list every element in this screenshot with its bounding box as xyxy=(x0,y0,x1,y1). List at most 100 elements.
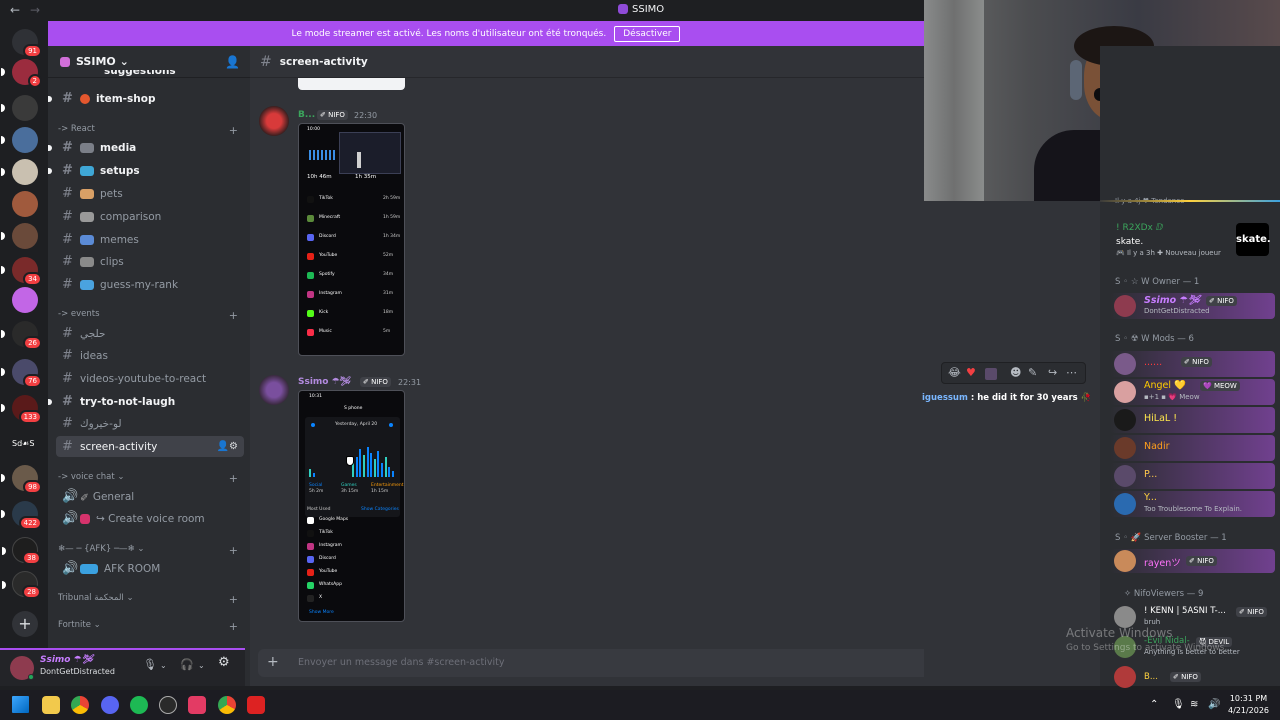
forward-icon[interactable]: ↪ xyxy=(1048,366,1057,379)
guild-tag[interactable]: ✐ NIFO xyxy=(1181,357,1212,367)
server-icon[interactable] xyxy=(1,95,38,121)
member-avatar[interactable] xyxy=(1114,381,1136,403)
member-name[interactable]: P... xyxy=(1144,469,1157,480)
server-icon[interactable]: 38 xyxy=(2,537,41,565)
guild-tag[interactable]: ✐ NIFO xyxy=(360,377,391,387)
skate-logo[interactable]: skate. xyxy=(1236,223,1271,256)
channel-item-shop[interactable]: # item-shop xyxy=(56,88,244,109)
microphone-icon[interactable]: 🎙 xyxy=(143,658,157,671)
category-tribunal[interactable]: Tribunal المحكمة ⌄ + xyxy=(58,593,244,606)
channel-media[interactable]: # media xyxy=(56,137,244,158)
member-avatar[interactable] xyxy=(1114,465,1136,487)
message-author[interactable]: Ssimo ☂🛩 xyxy=(298,377,351,387)
member-name[interactable]: Nadir xyxy=(1144,441,1170,452)
message-author[interactable]: B... xyxy=(298,110,315,120)
spotify-icon[interactable] xyxy=(130,696,148,714)
channel-ideas[interactable]: # ideas xyxy=(56,345,244,366)
member-name[interactable]: Y... xyxy=(1144,492,1157,503)
channel-clips[interactable]: # clips xyxy=(56,251,244,272)
category-fortnite[interactable]: Fortnite ⌄ + xyxy=(58,620,244,633)
back-arrow-icon[interactable]: ← xyxy=(10,3,20,17)
server-icon[interactable]: 28 xyxy=(2,571,41,599)
attach-plus-icon[interactable]: + xyxy=(267,654,279,670)
chrome-icon[interactable] xyxy=(71,696,89,714)
server-icon[interactable] xyxy=(1,223,38,249)
windows-start-icon[interactable] xyxy=(12,696,29,713)
voice-channel-create-room[interactable]: 🔊 ↪ Create voice room xyxy=(56,508,244,529)
channel-pets[interactable]: # pets xyxy=(56,183,244,204)
message-avatar[interactable] xyxy=(259,106,289,136)
file-explorer-icon[interactable] xyxy=(42,696,60,714)
member-avatar[interactable] xyxy=(1114,606,1136,628)
channel-setups[interactable]: # setups xyxy=(56,160,244,181)
message-avatar[interactable] xyxy=(259,375,289,405)
member-avatar[interactable] xyxy=(1114,493,1136,515)
member-name[interactable]: Angel 💛 xyxy=(1144,380,1186,391)
category-afk[interactable]: ❄— ─ {AFK} ─—❄ ⌄ + xyxy=(58,544,244,557)
server-text-icon[interactable]: Sd☙S xyxy=(12,439,34,448)
obs-icon[interactable] xyxy=(159,696,177,714)
member-name[interactable]: Ssimo ☂🛩 xyxy=(1144,295,1200,306)
screenshot-attachment[interactable]: 10:00 10h 46m 1h 35m TikTok 2h 59m Minecra… xyxy=(298,123,405,356)
member-avatar[interactable] xyxy=(1114,353,1136,375)
member-name[interactable]: ...... xyxy=(1144,357,1162,368)
category-events[interactable]: -> events + xyxy=(58,309,244,322)
category-react[interactable]: -> React + xyxy=(58,124,244,137)
channel-comparison[interactable]: # comparison xyxy=(56,206,244,227)
member-avatar[interactable] xyxy=(1114,437,1136,459)
forward-arrow-icon[interactable]: → xyxy=(30,3,40,17)
member-avatar[interactable] xyxy=(1114,666,1136,688)
laugh-emoji-icon[interactable]: 😂 xyxy=(948,366,961,379)
member-name[interactable]: ! KENN | 5ASNI T-... xyxy=(1144,606,1226,616)
taskbar-clock[interactable]: 10:31 PM 4/21/2026 xyxy=(1228,693,1269,717)
guild-tag[interactable]: ✐ NIFO xyxy=(1206,296,1237,306)
voice-channel-general[interactable]: 🔊 ✐ General xyxy=(56,486,244,507)
channel-settings-icon[interactable]: 👤⚙ xyxy=(217,441,238,452)
heart-icon[interactable]: ♥ xyxy=(966,366,976,379)
server-icon[interactable]: 76 xyxy=(1,359,42,388)
member-avatar[interactable] xyxy=(1114,295,1136,317)
wifi-icon[interactable]: ≋ xyxy=(1190,699,1198,710)
gear-icon[interactable]: ⚙ xyxy=(218,655,230,670)
more-dots-icon[interactable]: ⋯ xyxy=(1066,366,1077,379)
guild-tag[interactable]: ✐ NIFO xyxy=(1236,607,1267,617)
capcut-icon[interactable] xyxy=(188,696,206,714)
message-input[interactable]: Envoyer un message dans #screen-activity xyxy=(298,657,504,668)
server-icon[interactable] xyxy=(1,159,38,185)
chrome-icon[interactable] xyxy=(218,696,236,714)
custom-emoji-icon[interactable] xyxy=(985,368,997,380)
disable-streamer-button[interactable]: Désactiver xyxy=(614,25,681,42)
chevron-up-icon[interactable]: ⌃ xyxy=(1150,699,1158,710)
server-icon[interactable] xyxy=(1,127,38,153)
voice-channel-afk-room[interactable]: 🔊 AFK ROOM xyxy=(56,558,244,579)
headphones-icon[interactable]: 🎧 xyxy=(180,658,194,671)
add-server-icon[interactable]: + xyxy=(12,611,38,637)
guild-tag[interactable]: ✐ NIFO xyxy=(317,110,348,120)
microphone-icon[interactable]: 🎙 xyxy=(1172,699,1185,710)
member-avatar[interactable] xyxy=(1114,550,1136,572)
add-member-icon[interactable]: 👤 xyxy=(225,55,240,69)
guild-tag[interactable]: ✐ NIFO xyxy=(1186,556,1217,566)
edit-pencil-icon[interactable]: ✎ xyxy=(1028,366,1037,379)
guild-tag[interactable]: ✐ NIFO xyxy=(1170,672,1201,682)
guild-tag[interactable]: 💜 MEOW xyxy=(1200,381,1240,391)
discord-icon[interactable] xyxy=(101,696,119,714)
server-icon[interactable] xyxy=(12,191,38,217)
member-avatar[interactable] xyxy=(1114,409,1136,431)
speaker-icon[interactable]: 🔊 xyxy=(1208,699,1220,710)
direct-messages-icon[interactable]: 91 xyxy=(12,29,42,58)
server-icon[interactable]: 98 xyxy=(1,465,42,494)
member-name[interactable]: HiLaL ! xyxy=(1144,413,1177,424)
add-reaction-icon[interactable]: ☻ xyxy=(1010,366,1021,379)
previous-image-attachment[interactable] xyxy=(298,78,405,90)
server-icon[interactable]: 2 xyxy=(1,59,42,88)
activity-user[interactable]: ! R2XDx ⅅ xyxy=(1116,223,1163,233)
server-icon[interactable] xyxy=(12,287,38,313)
channel-arabic-1[interactable]: # حلجي xyxy=(56,323,244,344)
channel-try-to-not-laugh[interactable]: # try-to-not-laugh xyxy=(56,391,244,412)
chevron-down-icon[interactable]: ⌄ xyxy=(198,661,205,670)
server-icon[interactable]: 34 xyxy=(1,257,42,286)
channel-screen-activity[interactable]: # screen-activity 👤⚙ xyxy=(56,436,244,457)
app-icon[interactable] xyxy=(247,696,265,714)
member-name[interactable]: rayenツ xyxy=(1144,555,1181,569)
